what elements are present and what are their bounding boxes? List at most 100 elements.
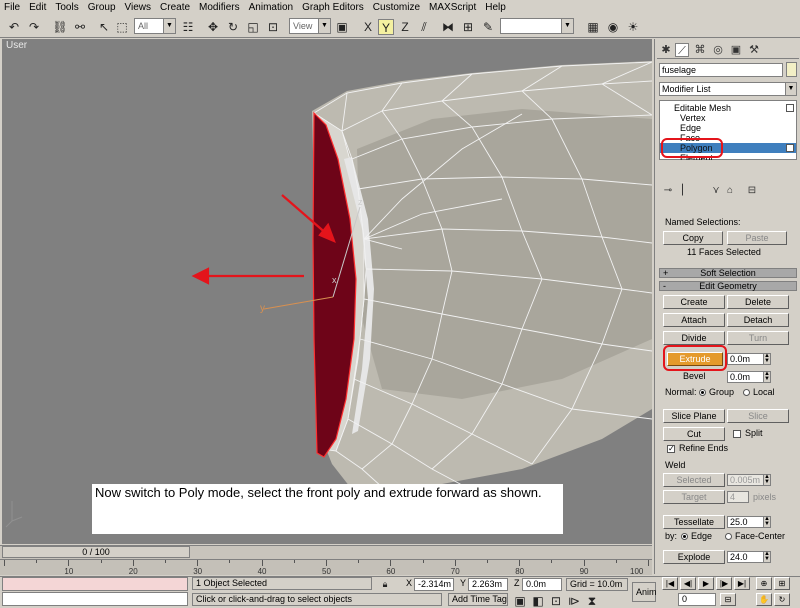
stack-toggle-box[interactable]: [786, 104, 794, 112]
turn-button[interactable]: Turn: [727, 331, 789, 345]
undo-icon[interactable]: ↶: [6, 19, 22, 35]
spinner-arrows-icon[interactable]: ▲ ▼: [763, 474, 770, 485]
explode-angle-spinner[interactable]: 24.0 ▲ ▼: [727, 551, 771, 563]
cut-button[interactable]: Cut: [663, 427, 725, 441]
redo-icon[interactable]: ↷: [26, 19, 42, 35]
copy-button[interactable]: Copy: [663, 231, 723, 245]
extrude-amount-spinner[interactable]: 0.0m ▲ ▼: [727, 353, 771, 365]
zoom-all-icon[interactable]: ⊞: [774, 577, 790, 590]
x-coord-field[interactable]: -2.314m: [414, 578, 454, 591]
key-mode-icon[interactable]: ▣: [512, 593, 528, 608]
axis-xy-icon[interactable]: ⫽: [416, 19, 432, 35]
material-editor-icon[interactable]: ▦: [585, 19, 601, 35]
viewport-label[interactable]: User: [6, 40, 27, 51]
spinner-arrows-icon[interactable]: ▲ ▼: [763, 551, 770, 562]
spinner-arrows-icon[interactable]: ▲ ▼: [763, 371, 770, 382]
spinner-arrows-icon[interactable]: ▲ ▼: [763, 353, 770, 364]
spinner-arrows-icon[interactable]: ▲ ▼: [763, 516, 770, 527]
refine-ends-checkbox[interactable]: ✓: [667, 445, 675, 453]
tessellate-button[interactable]: Tessellate: [663, 515, 725, 529]
play-icon[interactable]: ▶: [698, 577, 714, 590]
normal-group-radio[interactable]: [699, 389, 706, 396]
menu-help[interactable]: Help: [485, 0, 506, 16]
reference-coord-select[interactable]: View ▼: [289, 18, 331, 34]
stack-item-vertex[interactable]: Vertex: [660, 113, 796, 123]
menu-maxscript[interactable]: MAXScript: [429, 0, 476, 16]
pin-stack-icon[interactable]: ⊸: [661, 185, 675, 196]
go-to-end-icon[interactable]: ▶|: [734, 577, 750, 590]
weld-threshold-spinner[interactable]: 0.005m ▲ ▼: [727, 474, 771, 486]
edit-geometry-rollout[interactable]: - Edit Geometry: [659, 281, 797, 291]
current-frame-field[interactable]: 0: [678, 593, 716, 606]
prev-frame-icon[interactable]: ◀|: [680, 577, 696, 590]
go-to-start-icon[interactable]: |◀: [662, 577, 678, 590]
split-checkbox[interactable]: [733, 430, 741, 438]
z-coord-field[interactable]: 0.0m: [522, 578, 562, 591]
unlink-icon[interactable]: ⚯: [72, 19, 88, 35]
menu-file[interactable]: File: [4, 0, 20, 16]
set-key-icon[interactable]: ◧: [530, 593, 546, 608]
hierarchy-tab-icon[interactable]: ⌘: [693, 43, 707, 57]
maxscript-listener-mini[interactable]: [2, 577, 188, 591]
add-time-tag-button[interactable]: Add Time Tag: [448, 593, 508, 606]
detach-button[interactable]: Detach: [727, 313, 789, 327]
weld-target-button[interactable]: Target: [663, 490, 725, 504]
remove-modifier-icon[interactable]: ⌂: [723, 185, 737, 196]
modifier-list-select[interactable]: Modifier List ▼: [659, 82, 797, 96]
delete-button[interactable]: Delete: [727, 295, 789, 309]
weld-target-spinner[interactable]: 4: [727, 491, 749, 503]
axis-x-icon[interactable]: X: [360, 19, 376, 35]
y-coord-field[interactable]: 2.263m: [468, 578, 508, 591]
menu-group[interactable]: Group: [88, 0, 116, 16]
region-select-icon[interactable]: ⬚: [114, 19, 130, 35]
soft-selection-rollout[interactable]: + Soft Selection: [659, 268, 797, 278]
menu-graph-editors[interactable]: Graph Editors: [302, 0, 364, 16]
object-name-field[interactable]: fuselage: [659, 63, 783, 77]
create-button[interactable]: Create: [663, 295, 725, 309]
make-unique-icon[interactable]: ⋎: [709, 185, 723, 196]
selection-filter-select[interactable]: All ▼: [134, 18, 176, 34]
align-icon[interactable]: ⊞: [460, 19, 476, 35]
slice-plane-button[interactable]: Slice Plane: [663, 409, 725, 423]
lock-selection-icon[interactable]: 🔒︎: [380, 578, 390, 590]
axis-y-icon[interactable]: Y: [378, 19, 394, 35]
display-tab-icon[interactable]: ▣: [729, 43, 743, 57]
tessellate-edge-radio[interactable]: [681, 533, 688, 540]
named-selection-set-select[interactable]: ▼: [500, 18, 574, 34]
move-icon[interactable]: ✥: [205, 19, 221, 35]
menu-animation[interactable]: Animation: [249, 0, 293, 16]
tessellate-face-center-radio[interactable]: [725, 533, 732, 540]
zoom-icon[interactable]: ⊕: [756, 577, 772, 590]
pan-icon[interactable]: ✋: [756, 593, 772, 606]
normal-local-radio[interactable]: [743, 389, 750, 396]
tessellate-tension-spinner[interactable]: 25.0 ▲ ▼: [727, 516, 771, 528]
pivot-icon[interactable]: ▣: [334, 19, 350, 35]
modify-tab-icon[interactable]: ⟋: [675, 43, 689, 57]
render-scene-icon[interactable]: ◉: [605, 19, 621, 35]
slice-button[interactable]: Slice: [727, 409, 789, 423]
axis-z-icon[interactable]: Z: [397, 19, 413, 35]
mirror-icon[interactable]: ⧓: [440, 19, 456, 35]
uniform-scale-icon[interactable]: ⊡: [265, 19, 281, 35]
menu-modifiers[interactable]: Modifiers: [199, 0, 240, 16]
viewport-user[interactable]: y z x User Now switch to Poly mode, sele…: [2, 39, 652, 544]
show-end-result-icon[interactable]: ▏: [679, 185, 693, 196]
menu-tools[interactable]: Tools: [55, 0, 78, 16]
quick-render-icon[interactable]: ☀: [625, 19, 641, 35]
key-filter-icon[interactable]: ⊡: [548, 593, 564, 608]
stack-item-editable-mesh[interactable]: Editable Mesh: [660, 103, 796, 113]
stack-item-edge[interactable]: Edge: [660, 123, 796, 133]
prev-key-icon[interactable]: ⧐: [566, 593, 582, 608]
menu-create[interactable]: Create: [160, 0, 190, 16]
anim-button[interactable]: Anim: [632, 582, 657, 602]
select-object-icon[interactable]: ↖: [96, 19, 112, 35]
object-color-swatch[interactable]: [786, 62, 797, 77]
bevel-amount-spinner[interactable]: 0.0m ▲ ▼: [727, 371, 771, 383]
key-mode-toggle-icon[interactable]: ⊟: [720, 593, 736, 606]
divide-button[interactable]: Divide: [663, 331, 725, 345]
explode-button[interactable]: Explode: [663, 550, 725, 564]
select-link-icon[interactable]: ⛓: [52, 19, 68, 35]
next-frame-icon[interactable]: |▶: [716, 577, 732, 590]
time-slider[interactable]: 0 / 100: [2, 546, 190, 558]
select-by-name-icon[interactable]: ☷: [180, 19, 196, 35]
